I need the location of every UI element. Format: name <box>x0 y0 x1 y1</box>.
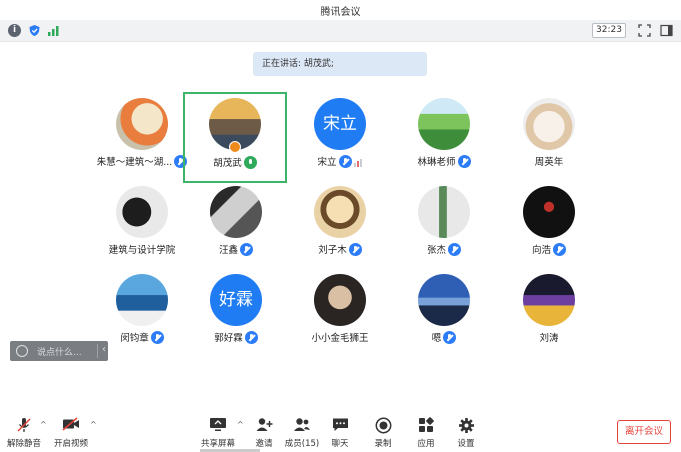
unmute-button[interactable]: 解除静音 <box>2 408 46 452</box>
share-screen-button[interactable]: 共享屏幕 <box>196 408 240 452</box>
shield-icon[interactable] <box>28 24 41 37</box>
participant-name: 建筑与设计学院 <box>108 245 176 256</box>
avatar <box>523 274 575 326</box>
collapse-chevron-icon[interactable]: ‹ <box>102 344 106 355</box>
mic-muted-icon <box>448 242 461 256</box>
info-icon[interactable]: i <box>8 24 21 37</box>
unmute-options-caret[interactable]: ^ <box>40 420 47 429</box>
mic-off-icon <box>17 418 31 432</box>
meeting-timer: 32:23 <box>592 23 626 38</box>
avatar <box>314 186 366 238</box>
participant-tile[interactable]: 向浩 <box>497 180 601 268</box>
apps-icon <box>419 417 434 432</box>
mic-muted-icon <box>443 330 457 344</box>
leave-meeting-button[interactable]: 离开会议 <box>617 420 671 444</box>
participant-tile[interactable]: 刘子木 <box>288 180 392 268</box>
fullscreen-icon[interactable] <box>638 24 651 37</box>
video-options-caret[interactable]: ^ <box>90 420 97 429</box>
video-off-icon <box>62 417 79 431</box>
participant-name: 郭好霖 <box>214 333 243 344</box>
chat-quick-input[interactable]: 说点什么... ‹ <box>10 341 108 361</box>
participant-name: 刘子木 <box>318 245 347 256</box>
participant-tile[interactable]: 汪鑫 <box>184 180 288 268</box>
participant-tile[interactable]: 嗯 <box>392 268 496 356</box>
avatar <box>418 274 470 326</box>
avatar <box>210 186 262 238</box>
participant-tile[interactable]: 林琳老师 <box>392 92 496 180</box>
host-badge <box>229 141 241 153</box>
avatar <box>116 98 168 150</box>
mic-muted-icon <box>553 242 566 256</box>
window-title: 腾讯会议 <box>320 7 361 18</box>
record-icon <box>375 417 391 434</box>
status-bar: i 32:23 <box>0 20 681 42</box>
participant-name: 小小金毛狮王 <box>311 333 369 344</box>
bottom-toolbar: 解除静音 ^ 开启视频 ^ 共享屏幕 ^ 邀请 成员(15) 聊天 录制 应用 … <box>0 408 681 452</box>
participant-tile-active[interactable]: 胡茂武 <box>183 92 287 183</box>
participant-name: 嗯 <box>431 333 442 344</box>
chat-icon <box>332 418 348 431</box>
mic-muted-icon <box>338 154 352 168</box>
participant-name: 向浩 <box>531 245 551 256</box>
network-signal-icon[interactable] <box>47 24 60 37</box>
sidebar-toggle-icon[interactable] <box>660 24 673 37</box>
participant-tile[interactable]: 朱慧～建筑～湖... <box>90 92 194 180</box>
participant-tile[interactable]: 周英年 <box>497 92 601 180</box>
signal-bars-icon <box>353 156 363 167</box>
participant-tile[interactable]: 建筑与设计学院 <box>90 180 194 268</box>
avatar: 宋立 <box>314 98 366 150</box>
mic-muted-icon <box>457 154 471 168</box>
participant-name: 汪鑫 <box>218 245 238 256</box>
participant-name: 周英年 <box>534 157 564 168</box>
participant-tile[interactable]: 张杰 <box>392 180 496 268</box>
invite-icon <box>256 418 272 431</box>
participant-name: 朱慧～建筑～湖... <box>96 157 173 168</box>
avatar <box>418 98 470 150</box>
participant-name: 刘涛 <box>539 333 559 344</box>
mic-speaking-icon <box>243 155 257 169</box>
participant-name: 张杰 <box>426 245 446 256</box>
participant-tile[interactable]: 小小金毛狮王 <box>288 268 392 356</box>
participant-name: 闵钧章 <box>120 333 149 344</box>
emoji-icon[interactable] <box>16 345 28 357</box>
avatar <box>314 274 366 326</box>
participant-tile[interactable]: 宋立 宋立 <box>288 92 392 180</box>
avatar <box>116 274 168 326</box>
share-screen-icon <box>210 418 226 431</box>
mic-muted-icon <box>150 330 164 344</box>
mic-muted-icon <box>244 330 258 344</box>
avatar <box>418 186 470 238</box>
avatar <box>523 186 575 238</box>
participant-name: 林琳老师 <box>417 157 456 168</box>
members-icon <box>294 418 310 431</box>
participant-name: 胡茂武 <box>213 158 242 169</box>
gear-icon <box>458 418 474 433</box>
mic-muted-icon <box>348 242 362 256</box>
chat-placeholder: 说点什么... <box>37 348 82 358</box>
participant-tile[interactable]: 好霖 郭好霖 <box>184 268 288 356</box>
avatar: 好霖 <box>210 274 262 326</box>
avatar <box>523 98 575 150</box>
title-bar: 腾讯会议 <box>0 0 681 20</box>
participant-name: 宋立 <box>317 157 337 168</box>
start-video-button[interactable]: 开启视频 <box>49 408 93 452</box>
speaking-indicator: 正在讲话: 胡茂武; <box>253 52 427 76</box>
settings-button[interactable]: 设置 <box>444 408 488 452</box>
participant-tile[interactable]: 刘涛 <box>497 268 601 356</box>
mic-muted-icon <box>240 242 253 256</box>
avatar <box>116 186 168 238</box>
